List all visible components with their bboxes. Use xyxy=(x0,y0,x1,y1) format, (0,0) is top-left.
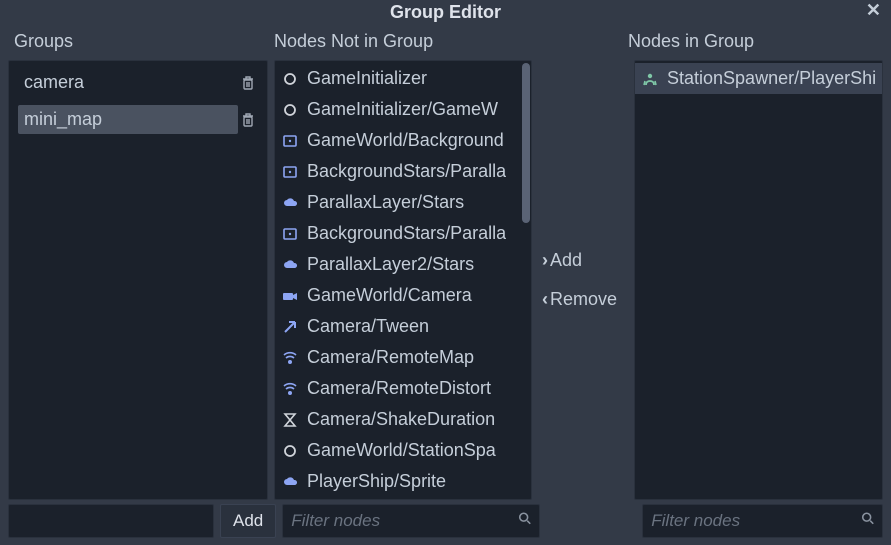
node-label: GameInitializer/GameW xyxy=(307,99,498,120)
scrollbar-thumb[interactable] xyxy=(522,63,530,223)
canvas-icon xyxy=(281,225,299,243)
chevron-left-icon: ‹ xyxy=(542,289,548,310)
anim-icon xyxy=(641,70,659,88)
node-label: Camera/RemoteMap xyxy=(307,347,474,368)
node-label: ParallaxLayer/Stars xyxy=(307,192,464,213)
node-label: StationSpawner/PlayerShi xyxy=(667,68,876,89)
node-icon xyxy=(281,101,299,119)
groups-panel: camera mini_map xyxy=(8,60,268,500)
close-icon[interactable]: ✕ xyxy=(866,0,881,21)
canvas-icon xyxy=(281,132,299,150)
search-icon xyxy=(518,512,532,531)
group-item[interactable]: mini_map xyxy=(12,101,264,138)
camera-icon xyxy=(281,287,299,305)
node-label: GameWorld/StationSpa xyxy=(307,440,496,461)
node-label: GameWorld/Background xyxy=(307,130,504,151)
node-item[interactable]: GameWorld/Camera xyxy=(275,280,531,311)
cloud-icon xyxy=(281,473,299,491)
chevron-right-icon: › xyxy=(542,250,548,271)
node-item[interactable]: ParallaxLayer/Stars xyxy=(275,187,531,218)
cloud-icon xyxy=(281,194,299,212)
remote-icon xyxy=(281,349,299,367)
node-item[interactable]: PlayerShip/Sprite xyxy=(275,466,531,497)
arrow-icon xyxy=(281,318,299,336)
header-nodes-not-in: Nodes Not in Group xyxy=(274,31,628,52)
node-item[interactable]: ParallaxLayer2/Stars xyxy=(275,249,531,280)
node-icon xyxy=(281,70,299,88)
node-item[interactable]: BackgroundStars/Paralla xyxy=(275,218,531,249)
nodes-not-in-panel: GameInitializer GameInitializer/GameW Game… xyxy=(274,60,532,500)
node-item[interactable]: StationSpawner/PlayerShi xyxy=(635,63,882,94)
add-group-button[interactable]: Add xyxy=(220,504,276,538)
node-item[interactable]: GameInitializer/GameW xyxy=(275,94,531,125)
new-group-input[interactable] xyxy=(8,504,214,538)
node-label: Camera/Tween xyxy=(307,316,429,337)
remove-from-group-button[interactable]: ‹ Remove xyxy=(542,289,628,310)
node-label: GameInitializer xyxy=(307,68,427,89)
window-title: Group Editor xyxy=(390,2,501,22)
node-item[interactable]: BackgroundStars/Paralla xyxy=(275,156,531,187)
group-name-label: camera xyxy=(18,68,238,97)
header-groups: Groups xyxy=(14,31,274,52)
node-item[interactable]: GameWorld/Background xyxy=(275,125,531,156)
add-to-group-button[interactable]: › Add xyxy=(542,250,628,271)
canvas-icon xyxy=(281,163,299,181)
node-item[interactable]: GameWorld/StationSpa xyxy=(275,435,531,466)
trash-icon[interactable] xyxy=(238,73,258,93)
node-item[interactable]: GameInitializer xyxy=(275,63,531,94)
header-nodes-in: Nodes in Group xyxy=(628,31,877,52)
node-label: BackgroundStars/Paralla xyxy=(307,161,506,182)
node-label: Camera/ShakeDuration xyxy=(307,409,495,430)
node-label: ParallaxLayer2/Stars xyxy=(307,254,474,275)
nodes-in-panel: StationSpawner/PlayerShi xyxy=(634,60,883,500)
node-label: Camera/RemoteDistort xyxy=(307,378,491,399)
trash-icon[interactable] xyxy=(238,110,258,130)
node-label: BackgroundStars/Paralla xyxy=(307,223,506,244)
node-label: GameWorld/Camera xyxy=(307,285,472,306)
group-name-label: mini_map xyxy=(18,105,238,134)
node-item[interactable]: Camera/RemoteDistort xyxy=(275,373,531,404)
node-item[interactable]: Camera/ShakeDuration xyxy=(275,404,531,435)
node-item[interactable]: Camera/RemoteMap xyxy=(275,342,531,373)
node-item[interactable]: Camera/Tween xyxy=(275,311,531,342)
timer-icon xyxy=(281,411,299,429)
group-item[interactable]: camera xyxy=(12,64,264,101)
search-icon xyxy=(861,512,875,531)
remote-icon xyxy=(281,380,299,398)
node-icon xyxy=(281,442,299,460)
node-label: PlayerShip/Sprite xyxy=(307,471,446,492)
filter-nodes-in-input[interactable] xyxy=(642,504,883,538)
filter-nodes-not-in-input[interactable] xyxy=(282,504,540,538)
cloud-icon xyxy=(281,256,299,274)
